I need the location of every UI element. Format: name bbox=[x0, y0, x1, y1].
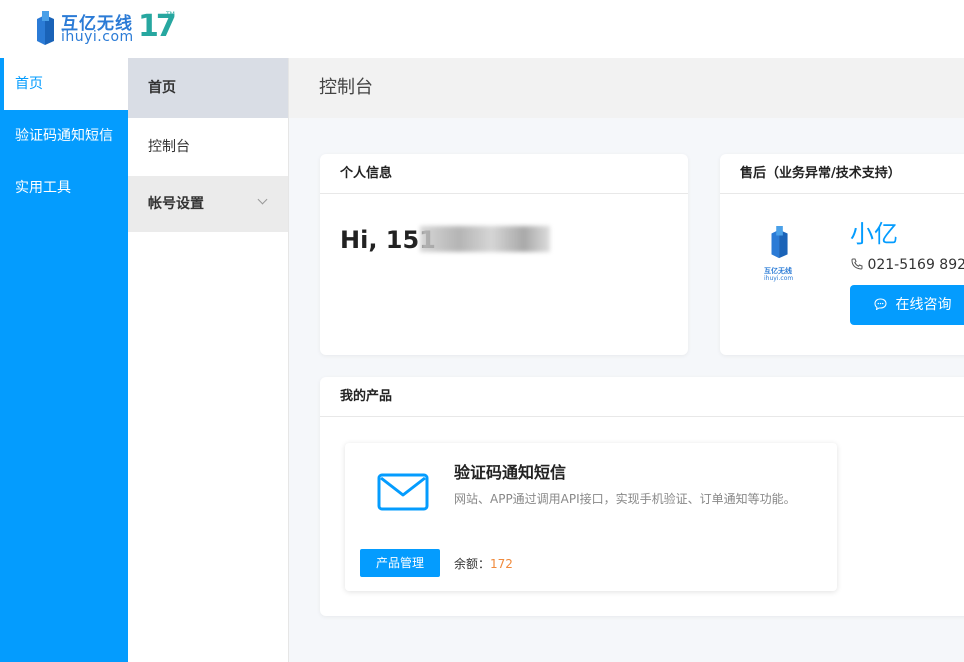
redacted-phone bbox=[420, 226, 550, 252]
top-header: 互亿无线 ihuyi.com 17 TM bbox=[0, 0, 964, 58]
support-phone: 021-5169 8929 bbox=[851, 257, 964, 273]
sidebar-item-verification-sms[interactable]: 验证码通知短信 bbox=[0, 110, 128, 162]
personal-info-card: 个人信息 Hi, 151 bbox=[320, 154, 688, 355]
chevron-down-icon bbox=[257, 194, 268, 205]
product-manage-button[interactable]: 产品管理 bbox=[360, 549, 440, 577]
sidebar-item-home[interactable]: 首页 bbox=[0, 58, 128, 110]
chat-icon bbox=[874, 298, 887, 311]
support-title: 售后（业务异常/技术支持） bbox=[720, 154, 964, 194]
primary-sidebar: 首页 验证码通知短信 实用工具 bbox=[0, 58, 128, 662]
online-consult-label: 在线咨询 bbox=[895, 297, 952, 313]
product-card: 验证码通知短信 网站、APP通过调用API接口，实现手机验证、订单通知等功能。 … bbox=[345, 443, 837, 591]
brand-tm: TM bbox=[166, 11, 175, 18]
secondary-sidebar: 首页 控制台 帐号设置 bbox=[128, 58, 289, 662]
product-name: 验证码通知短信 bbox=[454, 463, 567, 482]
mail-icon bbox=[377, 473, 429, 511]
sidebar-item-tools[interactable]: 实用工具 bbox=[0, 162, 128, 214]
product-description: 网站、APP通过调用API接口，实现手机验证、订单通知等功能。 bbox=[454, 492, 796, 506]
support-card: 售后（业务异常/技术支持） 互亿无线 ihuyi.com 小亿 021-5169… bbox=[720, 154, 964, 355]
my-products-title: 我的产品 bbox=[320, 377, 964, 417]
logo-cube-icon bbox=[37, 11, 54, 45]
secondary-sidebar-header: 首页 bbox=[128, 58, 288, 118]
personal-info-title: 个人信息 bbox=[320, 154, 688, 194]
balance-label: 余额： bbox=[454, 557, 491, 571]
sidebar-item-console[interactable]: 控制台 bbox=[128, 118, 288, 176]
page-title: 控制台 bbox=[289, 58, 964, 118]
balance-value: 172 bbox=[490, 557, 513, 571]
online-consult-button[interactable]: 在线咨询 bbox=[850, 285, 964, 325]
brand-logo[interactable]: 互亿无线 ihuyi.com 17 TM bbox=[34, 8, 177, 50]
support-agent-name: 小亿 bbox=[850, 220, 898, 248]
phone-icon bbox=[851, 258, 863, 270]
support-logo: 互亿无线 ihuyi.com bbox=[750, 226, 810, 286]
account-settings-label: 帐号设置 bbox=[148, 196, 204, 212]
brand-name-en: ihuyi.com bbox=[61, 29, 134, 45]
product-balance: 余额：172 bbox=[454, 555, 513, 572]
my-products-card: 我的产品 验证码通知短信 网站、APP通过调用API接口，实现手机验证、订单通知… bbox=[320, 377, 964, 616]
logo-cube-icon bbox=[771, 226, 788, 259]
support-logo-en: ihuyi.com bbox=[764, 275, 794, 282]
sidebar-item-account-settings[interactable]: 帐号设置 bbox=[128, 176, 288, 232]
support-phone-number: 021-5169 8929 bbox=[867, 257, 964, 273]
main-content: 控制台 个人信息 Hi, 151 售后（业务异常/技术支持） 互亿无线 ihuy… bbox=[289, 58, 964, 662]
